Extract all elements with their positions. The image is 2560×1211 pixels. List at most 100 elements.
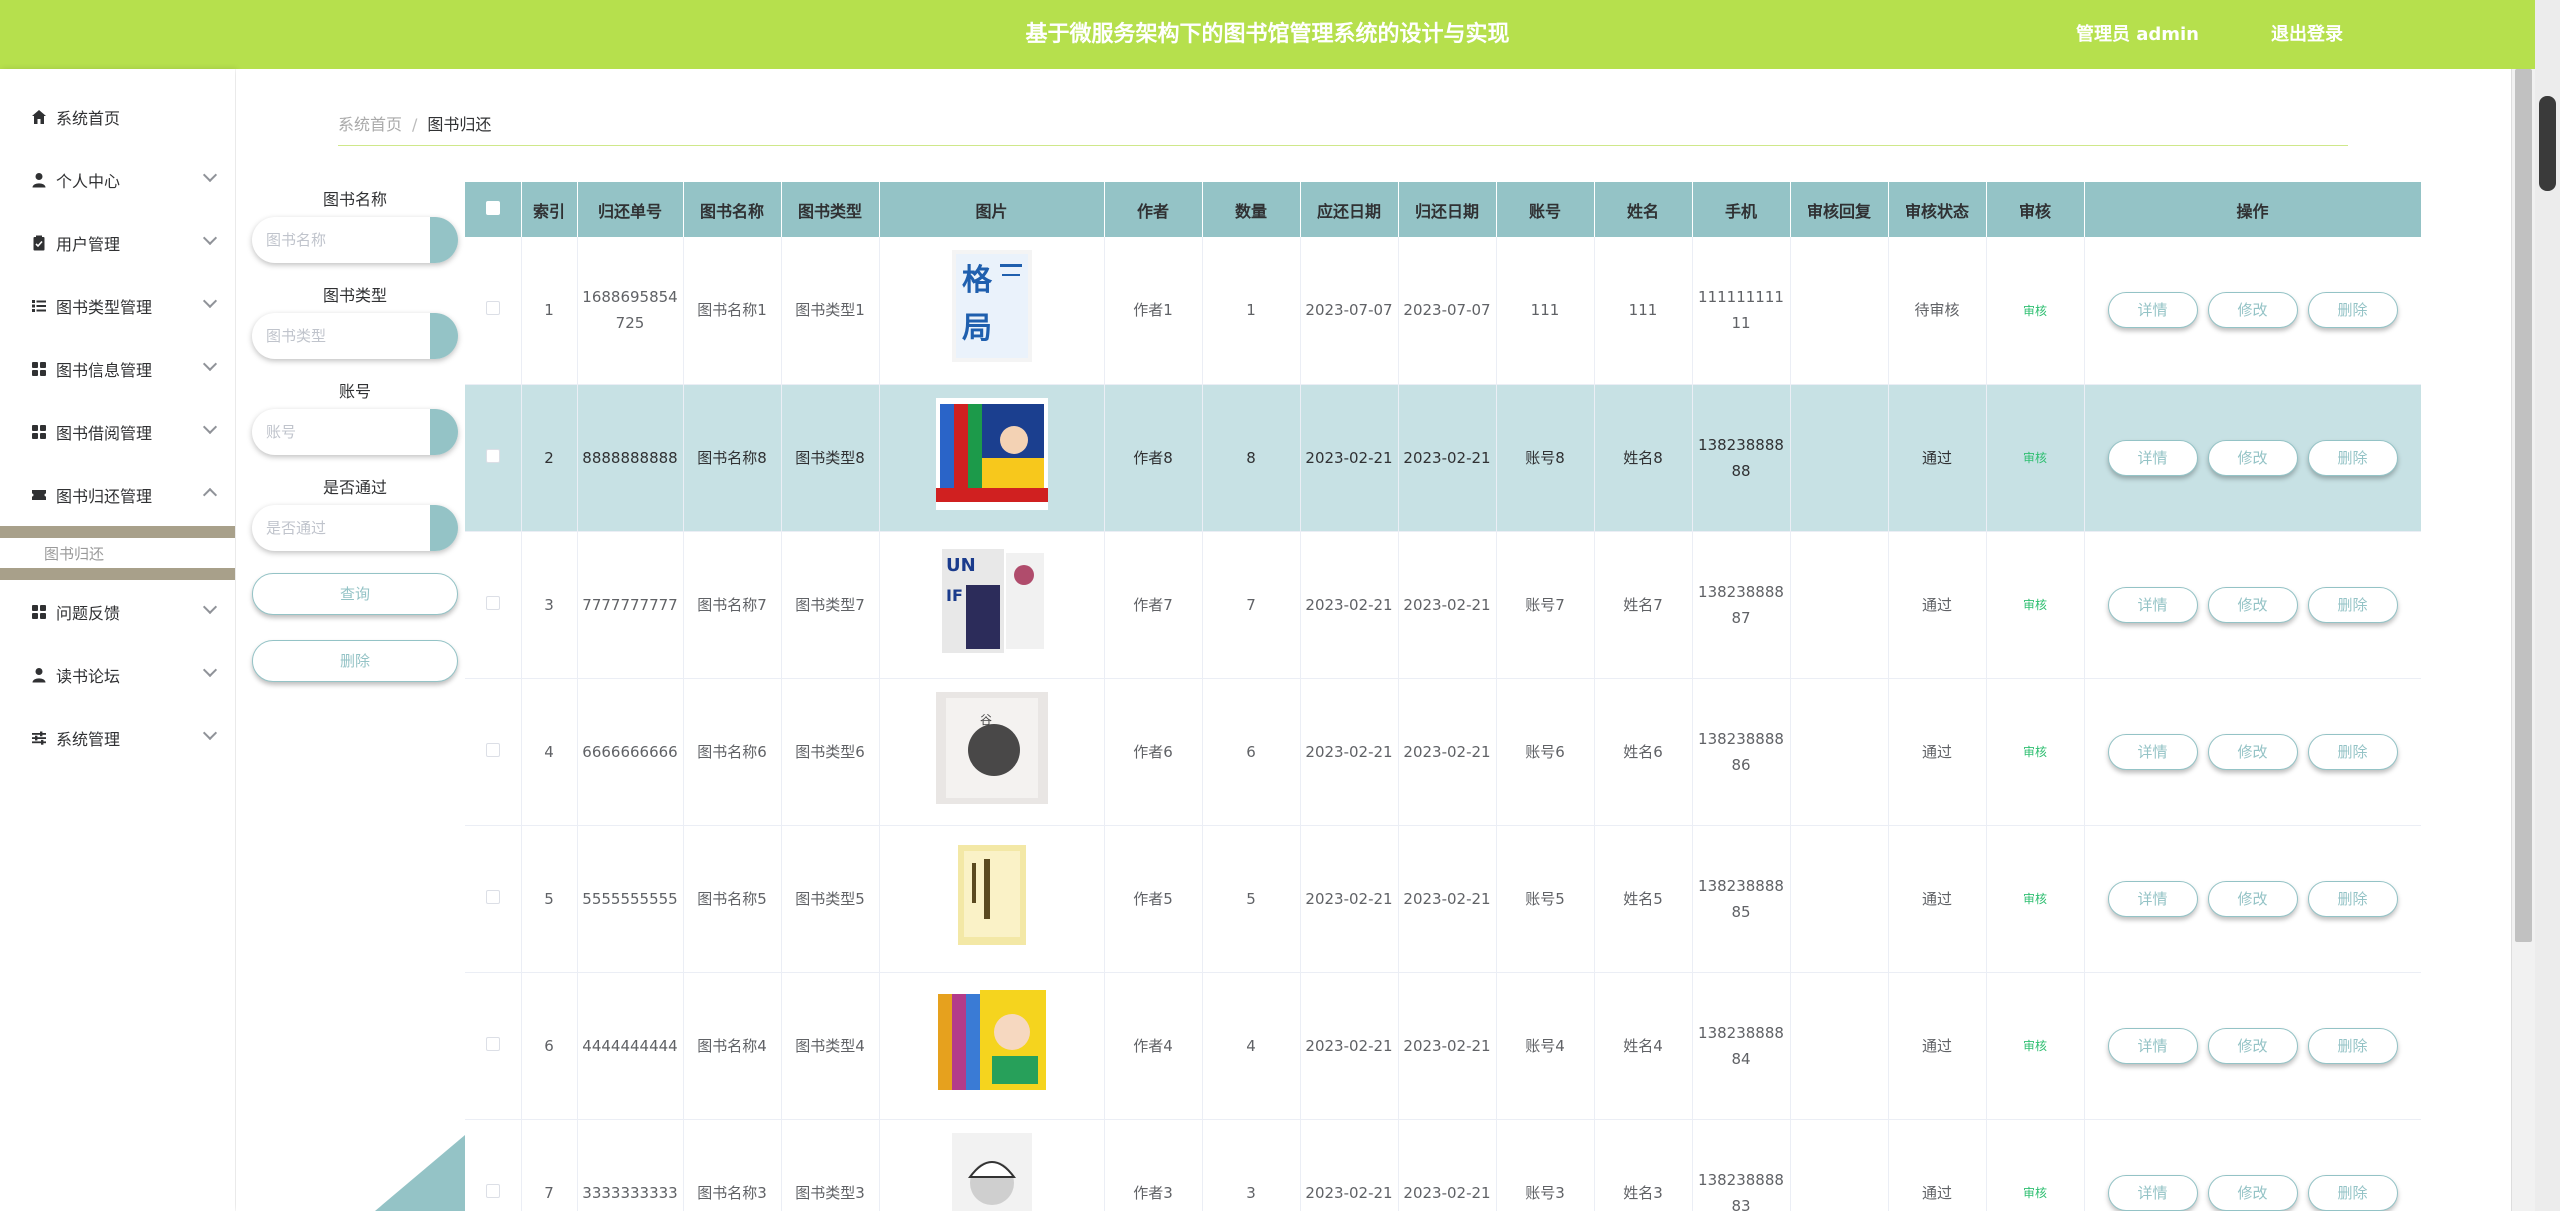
user-icon [30, 666, 48, 684]
sidebar-item-return[interactable]: 图书归还管理 [0, 463, 235, 526]
chevron-down-icon [202, 230, 218, 246]
breadcrumb: 系统首页 / 图书归还 [338, 111, 2348, 146]
edit-button[interactable]: 修改 [2207, 586, 2298, 623]
sidebar-item-borrow[interactable]: 图书借阅管理 [0, 400, 235, 463]
audit-link[interactable]: 审核 [2023, 598, 2047, 612]
detail-button[interactable]: 详情 [2107, 292, 2198, 329]
select-all-checkbox[interactable] [465, 182, 522, 237]
delete-button[interactable]: 删除 [2307, 439, 2398, 476]
table-row[interactable]: 4 6666666666 图书名称6 图书类型6 谷作者6 6 2023-02-21 2023… [465, 678, 2421, 826]
row-checkbox[interactable] [465, 531, 522, 679]
detail-button[interactable]: 详情 [2107, 1174, 2198, 1211]
sidebar-item-book-types[interactable]: 图书类型管理 [0, 274, 235, 337]
col-header: 归还日期 [1398, 182, 1497, 237]
sidebar-item-book-info[interactable]: 图书信息管理 [0, 337, 235, 400]
edit-button[interactable]: 修改 [2207, 1027, 2298, 1064]
cell-book-name: 图书名称3 [683, 1119, 782, 1211]
pass-input[interactable] [252, 505, 432, 551]
logout-link[interactable]: 退出登录 [2271, 0, 2343, 69]
cell-book-type: 图书类型1 [781, 237, 880, 385]
outer-scrollbar-thumb[interactable] [2539, 96, 2556, 191]
row-checkbox[interactable] [465, 384, 522, 532]
delete-button[interactable]: 删除 [2307, 880, 2398, 917]
table-row[interactable]: 7 3333333333 图书名称3 图书类型3 作者3 3 2023-02-21 2023-… [465, 1119, 2421, 1211]
edit-button[interactable]: 修改 [2207, 733, 2298, 770]
audit-link[interactable]: 审核 [2023, 451, 2047, 465]
table-row[interactable]: 2 8888888888 图书名称8 图书类型8 作者8 8 2023-02-21 2023-… [465, 384, 2421, 532]
col-header: 数量 [1202, 182, 1301, 237]
book-cover-image: 谷 [935, 691, 1048, 804]
sidebar-item-label: 系统首页 [56, 108, 121, 128]
book-name-input[interactable] [252, 217, 432, 263]
cell-return-date: 2023-07-07 [1398, 237, 1497, 385]
cell-name: 姓名8 [1594, 384, 1693, 532]
cell-cover: 谷 [879, 678, 1105, 826]
cell-reply [1790, 972, 1889, 1120]
cell-account: 账号6 [1496, 678, 1595, 826]
delete-button[interactable]: 删除 [2307, 733, 2398, 770]
table-row[interactable]: 6 4444444444 图书名称4 图书类型4 作者4 4 2023-02-21 2023-… [465, 972, 2421, 1120]
detail-button[interactable]: 详情 [2107, 1027, 2198, 1064]
audit-link[interactable]: 审核 [2023, 745, 2047, 759]
outer-scrollbar[interactable] [2535, 0, 2560, 1211]
sidebar-item-feedback[interactable]: 问题反馈 [0, 580, 235, 643]
edit-button[interactable]: 修改 [2207, 880, 2298, 917]
cell-actions: 详情 修改 删除 [2084, 237, 2421, 385]
chevron-down-icon [202, 419, 218, 435]
account-input[interactable] [252, 409, 432, 455]
cell-name: 姓名6 [1594, 678, 1693, 826]
svg-text:谷: 谷 [980, 713, 992, 727]
detail-button[interactable]: 详情 [2107, 439, 2198, 476]
cell-return-date: 2023-02-21 [1398, 825, 1497, 973]
cell-account: 账号7 [1496, 531, 1595, 679]
row-checkbox[interactable] [465, 1119, 522, 1211]
query-button[interactable]: 查询 [252, 573, 458, 615]
delete-button[interactable]: 删除 [2307, 1027, 2398, 1064]
cell-reply [1790, 825, 1889, 973]
detail-button[interactable]: 详情 [2107, 586, 2198, 623]
edit-button[interactable]: 修改 [2207, 1174, 2298, 1211]
detail-button[interactable]: 详情 [2107, 733, 2198, 770]
cell-name: 姓名3 [1594, 1119, 1693, 1211]
breadcrumb-home[interactable]: 系统首页 [338, 115, 402, 134]
sidebar-subitem-return[interactable]: 图书归还 [0, 538, 235, 568]
sidebar-item-profile[interactable]: 个人中心 [0, 148, 235, 211]
audit-link[interactable]: 审核 [2023, 304, 2047, 318]
delete-button[interactable]: 删除 [2307, 586, 2398, 623]
cell-cover [879, 972, 1105, 1120]
sidebar-item-home[interactable]: 系统首页 [0, 85, 235, 148]
table-row[interactable]: 5 5555555555 图书名称5 图书类型5 作者5 5 2023-02-21 2023-… [465, 825, 2421, 973]
scrollbar-thumb[interactable] [2515, 69, 2532, 942]
edit-button[interactable]: 修改 [2207, 292, 2298, 329]
sidebar-item-system[interactable]: 系统管理 [0, 706, 235, 769]
cell-order-no: 5555555555 [577, 825, 684, 973]
cell-due-date: 2023-02-21 [1300, 384, 1399, 532]
row-checkbox[interactable] [465, 972, 522, 1120]
sliders-icon [30, 729, 48, 747]
sidebar-item-label: 图书借阅管理 [56, 423, 153, 443]
audit-link[interactable]: 审核 [2023, 1186, 2047, 1200]
cell-quantity: 7 [1202, 531, 1301, 679]
sidebar-item-forum[interactable]: 读书论坛 [0, 643, 235, 706]
row-checkbox[interactable] [465, 237, 522, 385]
row-checkbox[interactable] [465, 678, 522, 826]
cell-author: 作者6 [1104, 678, 1203, 826]
cell-reply [1790, 384, 1889, 532]
edit-button[interactable]: 修改 [2207, 439, 2298, 476]
detail-button[interactable]: 详情 [2107, 880, 2198, 917]
batch-delete-button[interactable]: 删除 [252, 640, 458, 682]
row-checkbox[interactable] [465, 825, 522, 973]
delete-button[interactable]: 删除 [2307, 292, 2398, 329]
sidebar-item-label: 读书论坛 [56, 666, 121, 686]
book-cover-image [935, 838, 1048, 951]
audit-link[interactable]: 审核 [2023, 892, 2047, 906]
page-scrollbar[interactable] [2511, 69, 2535, 1211]
audit-link[interactable]: 审核 [2023, 1039, 2047, 1053]
cell-actions: 详情 修改 删除 [2084, 678, 2421, 826]
table-row[interactable]: 1 1688695854725 图书名称1 图书类型1 格局作者1 1 2023-07-07… [465, 237, 2421, 385]
clipboard-icon [30, 234, 48, 252]
book-type-input[interactable] [252, 313, 432, 359]
table-row[interactable]: 3 7777777777 图书名称7 图书类型7 UN IF 作者7 7 2023-02-21 2… [465, 531, 2421, 679]
delete-button[interactable]: 删除 [2307, 1174, 2398, 1211]
sidebar-item-users[interactable]: 用户管理 [0, 211, 235, 274]
